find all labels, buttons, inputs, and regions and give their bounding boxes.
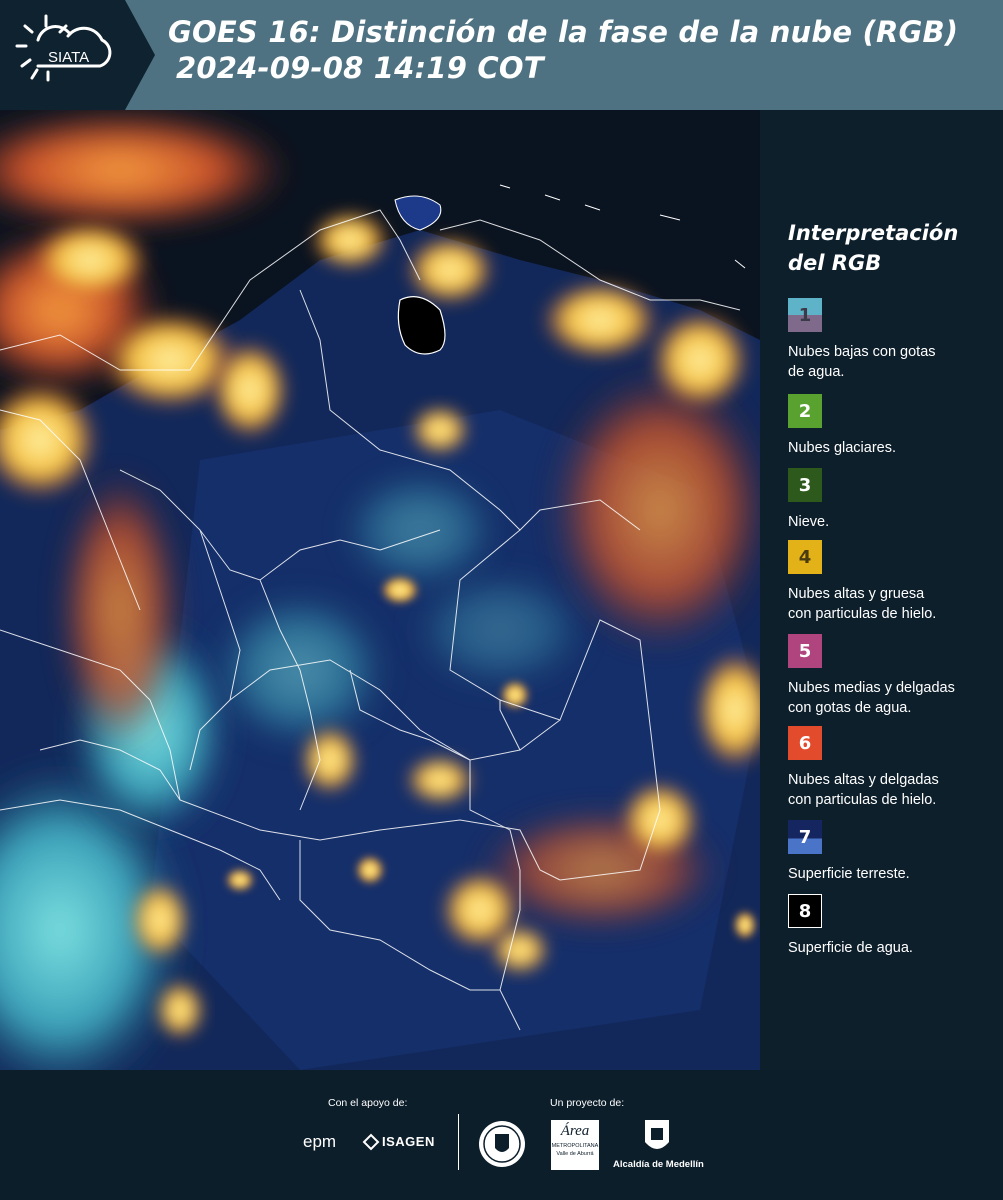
legend-label-1: Nubes bajas con gotas de agua.	[788, 342, 998, 382]
legend-item-8: 8 Superficie de agua.	[788, 894, 998, 958]
footer-divider	[458, 1114, 459, 1170]
alcaldia-shield-icon	[643, 1118, 671, 1160]
satellite-map	[0, 110, 760, 1070]
epm-logo: epm	[303, 1132, 337, 1151]
legend-panel: Interpretación del RGB 1 Nubes bajas con…	[760, 110, 1003, 1070]
legend-swatch-3: 3	[788, 468, 822, 502]
legend-label-6: Nubes altas y delgadas con particulas de…	[788, 770, 998, 810]
legend-swatch-8: 8	[788, 894, 822, 928]
legend-label-line: con gotas de agua.	[788, 700, 912, 716]
legend-item-3: 3 Nieve.	[788, 468, 998, 532]
legend-label-7: Superficie terreste.	[788, 864, 998, 884]
legend-label-4: Nubes altas y gruesa con particulas de h…	[788, 584, 998, 624]
legend-swatch-number: 1	[798, 304, 812, 326]
legend-item-5: 5 Nubes medias y delgadas con gotas de a…	[788, 634, 998, 718]
legend-label-line: Nubes altas y gruesa	[788, 586, 925, 602]
support-label: Con el apoyo de:	[328, 1097, 408, 1109]
alcaldia-logo-text: Alcaldía de Medellín	[613, 1159, 704, 1170]
legend-swatch-number: 5	[798, 640, 812, 662]
legend-label-2: Nubes glaciares.	[788, 438, 998, 458]
area-metropolitana-logo: Área METROPOLITANA Valle de Aburrá	[551, 1120, 599, 1170]
legend-label-line: con particulas de hielo.	[788, 606, 937, 622]
legend-swatch-5: 5	[788, 634, 822, 668]
legend-swatch-number: 2	[798, 400, 812, 422]
legend-swatch-number: 3	[798, 474, 812, 496]
legend-label-line: de agua.	[788, 364, 845, 380]
legend-item-4: 4 Nubes altas y gruesa con particulas de…	[788, 540, 998, 624]
area-logo-sub2: Valle de Aburrá	[556, 1151, 594, 1157]
legend-title-line1: Interpretación	[788, 221, 959, 245]
legend-swatch-6: 6	[788, 726, 822, 760]
header-bar: SIATA GOES 16: Distinción de la fase de …	[0, 0, 1003, 110]
siata-logo: SIATA	[0, 0, 155, 110]
title-line1: GOES 16: Distinción de la fase de la nub…	[168, 15, 959, 49]
legend-label-line: con particulas de hielo.	[788, 792, 937, 808]
legend-swatch-number: 7	[798, 826, 812, 848]
title-line2: 2024-09-08 14:19 COT	[176, 51, 544, 85]
legend-swatch-number: 4	[798, 546, 812, 568]
siata-logo-text: SIATA	[48, 49, 89, 66]
legend-item-6: 6 Nubes altas y delgadas con particulas …	[788, 726, 998, 810]
legend-item-2: 2 Nubes glaciares.	[788, 394, 998, 458]
legend-swatch-1: 1	[788, 298, 822, 332]
legend-label-line: Superficie de agua.	[788, 940, 913, 956]
legend-label-3: Nieve.	[788, 512, 998, 532]
legend-swatch-2: 2	[788, 394, 822, 428]
legend-title: Interpretación del RGB	[788, 218, 958, 278]
project-label: Un proyecto de:	[550, 1097, 625, 1109]
footer: Con el apoyo de: Un proyecto de: epm ISA…	[0, 1070, 1003, 1200]
page-title: GOES 16: Distinción de la fase de la nub…	[168, 14, 958, 86]
legend-swatch-number: 8	[798, 900, 812, 922]
legend-item-7: 7 Superficie terreste.	[788, 820, 998, 884]
legend-label-line: Superficie terreste.	[788, 866, 910, 882]
isagen-logo: ISAGEN	[382, 1134, 435, 1149]
legend-label-5: Nubes medias y delgadas con gotas de agu…	[788, 678, 998, 718]
isagen-icon	[362, 1133, 380, 1155]
legend-swatch-number: 6	[798, 732, 812, 754]
legend-swatch-4: 4	[788, 540, 822, 574]
area-logo-main: Área	[560, 1123, 590, 1139]
legend-swatch-7: 7	[788, 820, 822, 854]
legend-title-line2: del RGB	[788, 251, 882, 275]
legend-label-line: Nubes bajas con gotas	[788, 344, 936, 360]
legend-item-1: 1 Nubes bajas con gotas de agua.	[788, 298, 998, 382]
legend-label-line: Nubes altas y delgadas	[788, 772, 939, 788]
area-logo-sub: METROPOLITANA	[551, 1143, 599, 1149]
legend-label-line: Nieve.	[788, 514, 830, 530]
medellin-seal-icon	[478, 1120, 526, 1172]
legend-label-line: Nubes medias y delgadas	[788, 680, 955, 696]
legend-label-line: Nubes glaciares.	[788, 440, 896, 456]
legend-label-8: Superficie de agua.	[788, 938, 998, 958]
